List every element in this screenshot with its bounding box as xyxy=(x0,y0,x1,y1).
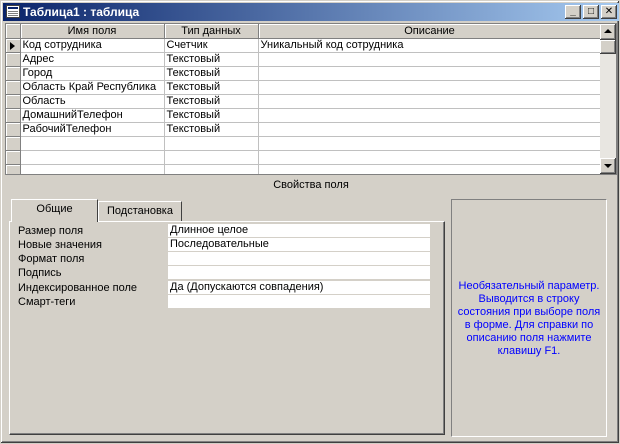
field-name-cell[interactable]: РабочийТелефон xyxy=(20,122,165,137)
column-header-data-type[interactable]: Тип данных xyxy=(164,24,259,39)
row-selector-header xyxy=(6,24,21,39)
field-name-cell[interactable]: Область Край Республика xyxy=(20,80,165,95)
property-row: Новые значения Последовательные xyxy=(18,238,430,252)
arrow-up-icon xyxy=(604,29,612,33)
table-row[interactable] xyxy=(6,150,602,165)
scroll-thumb[interactable] xyxy=(600,40,616,54)
property-row: Смарт-теги xyxy=(18,295,430,309)
description-cell[interactable] xyxy=(258,94,602,109)
field-name-cell[interactable]: Область xyxy=(20,94,165,109)
property-row: Подпись xyxy=(18,266,430,280)
description-cell[interactable] xyxy=(258,136,602,151)
description-cell[interactable] xyxy=(258,122,602,137)
table-row[interactable]: Область Текстовый xyxy=(6,94,602,109)
data-type-cell[interactable]: Текстовый xyxy=(164,80,259,95)
table-row[interactable]: РабочийТелефон Текстовый xyxy=(6,122,602,137)
close-button[interactable]: ✕ xyxy=(601,5,617,19)
data-type-cell[interactable]: Счетчик xyxy=(164,38,259,53)
indexed-input[interactable]: Да (Допускаются совпадения) xyxy=(168,281,430,295)
table-row[interactable]: Область Край Республика Текстовый xyxy=(6,80,602,95)
general-properties-panel: Размер поля Длинное целое Новые значения… xyxy=(9,221,445,435)
row-selector[interactable] xyxy=(6,94,21,109)
field-name-cell[interactable] xyxy=(20,150,165,165)
tab-lookup[interactable]: Подстановка xyxy=(98,201,182,221)
description-cell[interactable] xyxy=(258,164,602,174)
smart-tags-input[interactable] xyxy=(168,295,430,309)
data-type-cell[interactable]: Текстовый xyxy=(164,52,259,67)
row-selector[interactable] xyxy=(6,38,21,53)
description-cell[interactable] xyxy=(258,80,602,95)
property-label: Подпись xyxy=(18,267,62,279)
field-name-cell[interactable]: Код сотрудника xyxy=(20,38,165,53)
window-title: Таблица1 : таблица xyxy=(23,5,140,19)
caption-input[interactable] xyxy=(168,266,430,280)
description-cell[interactable] xyxy=(258,150,602,165)
description-cell[interactable] xyxy=(258,108,602,123)
property-label: Формат поля xyxy=(18,253,85,265)
table-row[interactable] xyxy=(6,164,602,174)
row-selector[interactable] xyxy=(6,66,21,81)
field-properties-header: Свойства поля xyxy=(273,179,349,191)
field-name-cell[interactable] xyxy=(20,136,165,151)
minimize-button[interactable]: _ xyxy=(565,5,581,19)
data-type-cell[interactable] xyxy=(164,164,259,174)
property-label: Новые значения xyxy=(18,239,103,251)
description-cell[interactable]: Уникальный код сотрудника xyxy=(258,38,602,53)
column-header-description[interactable]: Описание xyxy=(258,24,602,39)
row-selector[interactable] xyxy=(6,108,21,123)
field-name-cell[interactable]: Адрес xyxy=(20,52,165,67)
vertical-scrollbar[interactable] xyxy=(600,24,616,174)
table-row[interactable] xyxy=(6,136,602,151)
table-row[interactable]: Адрес Текстовый xyxy=(6,52,602,67)
help-hint-panel: Необязательный параметр. Выводится в стр… xyxy=(451,199,607,437)
table-row[interactable]: ДомашнийТелефон Текстовый xyxy=(6,108,602,123)
description-cell[interactable] xyxy=(258,52,602,67)
row-selector[interactable] xyxy=(6,136,21,151)
description-cell[interactable] xyxy=(258,66,602,81)
row-selector[interactable] xyxy=(6,122,21,137)
data-type-cell[interactable]: Текстовый xyxy=(164,66,259,81)
column-header-field-name[interactable]: Имя поля xyxy=(20,24,165,39)
property-label: Смарт-теги xyxy=(18,296,76,308)
table-design-window: Таблица1 : таблица _ □ ✕ Имя поля Тип да… xyxy=(0,0,620,444)
tab-general[interactable]: Общие xyxy=(11,199,98,222)
data-type-cell[interactable]: Текстовый xyxy=(164,122,259,137)
scroll-up-button[interactable] xyxy=(600,24,616,40)
table-icon xyxy=(6,5,20,18)
title-bar[interactable]: Таблица1 : таблица _ □ ✕ xyxy=(3,3,619,21)
row-selector[interactable] xyxy=(6,80,21,95)
data-type-cell[interactable]: Текстовый xyxy=(164,94,259,109)
field-name-cell[interactable]: Город xyxy=(20,66,165,81)
property-row: Размер поля Длинное целое xyxy=(18,224,430,238)
data-type-cell[interactable]: Текстовый xyxy=(164,108,259,123)
property-row: Индексированное поле Да (Допускаются сов… xyxy=(18,281,430,295)
hint-text: Необязательный параметр. Выводится в стр… xyxy=(457,280,601,357)
grid-header-row: Имя поля Тип данных Описание xyxy=(6,24,602,39)
table-row[interactable]: Город Текстовый xyxy=(6,66,602,81)
table-row[interactable]: Код сотрудника Счетчик Уникальный код со… xyxy=(6,38,602,53)
field-name-cell[interactable] xyxy=(20,164,165,174)
format-input[interactable] xyxy=(168,252,430,266)
property-label: Индексированное поле xyxy=(18,282,137,294)
field-size-input[interactable]: Длинное целое xyxy=(168,224,430,238)
property-row: Формат поля xyxy=(18,252,430,266)
row-selector[interactable] xyxy=(6,52,21,67)
field-design-grid: Имя поля Тип данных Описание Код сотрудн… xyxy=(5,23,617,175)
row-selector[interactable] xyxy=(6,164,21,174)
data-type-cell[interactable] xyxy=(164,136,259,151)
field-name-cell[interactable]: ДомашнийТелефон xyxy=(20,108,165,123)
current-row-arrow-icon xyxy=(10,41,15,50)
row-selector[interactable] xyxy=(6,150,21,165)
new-values-input[interactable]: Последовательные xyxy=(168,238,430,252)
property-label: Размер поля xyxy=(18,225,84,237)
arrow-down-icon xyxy=(604,164,612,168)
data-type-cell[interactable] xyxy=(164,150,259,165)
scroll-down-button[interactable] xyxy=(600,158,616,174)
maximize-button[interactable]: □ xyxy=(583,5,599,19)
